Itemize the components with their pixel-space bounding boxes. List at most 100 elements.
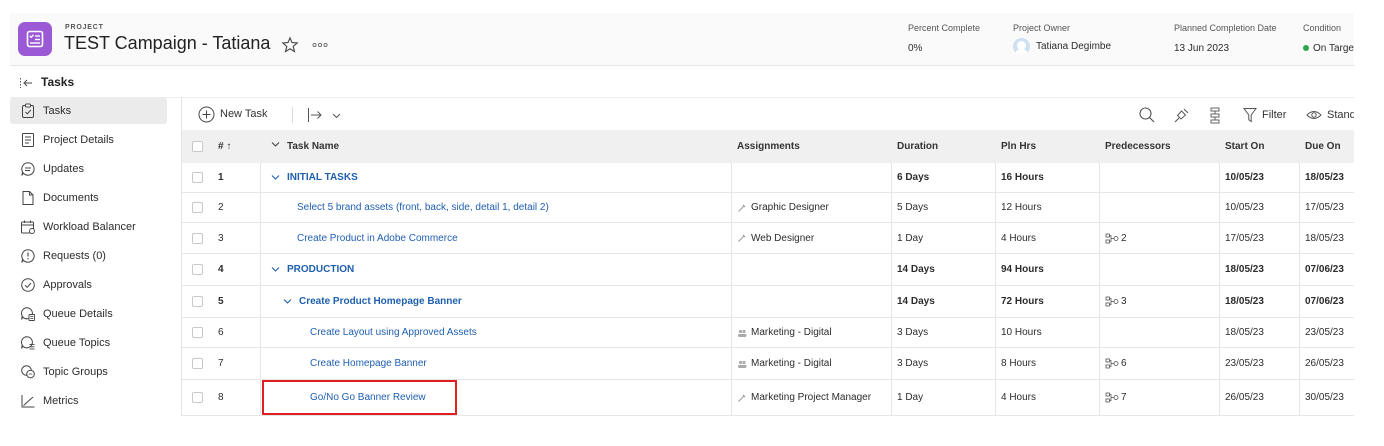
- task-link[interactable]: Create Homepage Banner: [310, 358, 427, 369]
- duration-cell: 3 Days: [897, 327, 929, 338]
- favorite-star-icon[interactable]: [281, 36, 299, 54]
- duration-cell: 1 Day: [897, 232, 924, 244]
- due-on-cell: 07/06/23: [1305, 296, 1344, 307]
- sidebar-item-tasks[interactable]: Tasks: [10, 98, 167, 124]
- table-row[interactable]: 6 Create Layout using Approved Assets Ma…: [182, 318, 1354, 348]
- task-link[interactable]: Create Product in Adobe Commerce: [297, 233, 458, 244]
- export-menu-icon[interactable]: [305, 106, 349, 124]
- row-checkbox[interactable]: [192, 358, 203, 369]
- table-row[interactable]: 1 INITIAL TASKS 6 Days 16 Hours 10/05/23…: [182, 163, 1354, 193]
- view-selector-button[interactable]: Standarc: [1306, 106, 1354, 124]
- column-header-start-on[interactable]: Start On: [1225, 130, 1264, 163]
- row-checkbox[interactable]: [192, 392, 203, 403]
- task-name-cell[interactable]: Go/No Go Banner Review: [310, 380, 426, 415]
- column-header-number[interactable]: # ↑: [218, 130, 231, 163]
- table-row[interactable]: 7 Create Homepage Banner Marketing - Dig…: [182, 348, 1354, 380]
- hierarchy-icon[interactable]: [1206, 106, 1224, 124]
- sidebar-item-approvals[interactable]: Approvals: [10, 272, 167, 298]
- row-checkbox[interactable]: [192, 202, 203, 213]
- row-checkbox[interactable]: [192, 327, 203, 338]
- assignment-cell[interactable]: Graphic Designer: [737, 193, 829, 222]
- task-name-cell[interactable]: Select 5 brand assets (front, back, side…: [297, 193, 549, 222]
- table-row[interactable]: 8 Go/No Go Banner Review Marketing Proje…: [182, 380, 1354, 416]
- assignment-cell[interactable]: Web Designer: [737, 223, 814, 253]
- planned-completion-field: Planned Completion Date 13 Jun 2023: [1174, 23, 1277, 54]
- table-row[interactable]: 2 Select 5 brand assets (front, back, si…: [182, 193, 1354, 223]
- column-header-predecessors[interactable]: Predecessors: [1105, 130, 1171, 163]
- task-link[interactable]: Create Product Homepage Banner: [299, 296, 462, 307]
- task-link[interactable]: Create Layout using Approved Assets: [310, 327, 477, 338]
- predecessor-cell[interactable]: 7: [1105, 380, 1127, 415]
- row-checkbox[interactable]: [192, 264, 203, 275]
- assignment-label: Marketing - Digital: [751, 327, 832, 338]
- row-checkbox[interactable]: [192, 172, 203, 183]
- row-select-cell[interactable]: [192, 286, 203, 317]
- task-name-cell[interactable]: Create Layout using Approved Assets: [310, 318, 477, 347]
- assignment-cell[interactable]: Marketing - Digital: [737, 348, 832, 379]
- file-icon: [22, 191, 34, 205]
- table-row[interactable]: 3 Create Product in Adobe Commerce Web D…: [182, 223, 1354, 254]
- row-select-cell[interactable]: [192, 318, 203, 347]
- column-header-assignments[interactable]: Assignments: [737, 130, 800, 163]
- row-checkbox[interactable]: [192, 296, 203, 307]
- predecessor-cell[interactable]: 6: [1105, 348, 1127, 379]
- table-row[interactable]: 4 PRODUCTION 14 Days 94 Hours 18/05/23 0…: [182, 254, 1354, 286]
- chevron-down-icon[interactable]: [271, 140, 280, 149]
- more-options-icon[interactable]: [312, 42, 328, 48]
- request-icon: [21, 249, 35, 263]
- task-link[interactable]: Go/No Go Banner Review: [310, 392, 426, 403]
- assignment-label: Marketing - Digital: [751, 358, 832, 369]
- filter-button[interactable]: Filter: [1243, 106, 1286, 124]
- assignment-cell[interactable]: Marketing - Digital: [737, 318, 832, 347]
- predecessor-cell[interactable]: 2: [1105, 223, 1127, 253]
- checklist-icon: [26, 30, 44, 48]
- status-dot-icon: [1303, 45, 1309, 52]
- table-row[interactable]: 5 Create Product Homepage Banner 14 Days…: [182, 286, 1354, 318]
- row-select-cell[interactable]: [192, 193, 203, 222]
- condition-value[interactable]: On Targe: [1303, 43, 1354, 54]
- task-link[interactable]: Select 5 brand assets (front, back, side…: [297, 202, 549, 213]
- task-name-cell[interactable]: PRODUCTION: [271, 254, 354, 285]
- column-header-task-name[interactable]: Task Name: [271, 130, 339, 163]
- row-select-cell[interactable]: [192, 163, 203, 192]
- predecessor-cell[interactable]: 3: [1105, 286, 1127, 317]
- sidebar-item-documents[interactable]: Documents: [10, 185, 167, 211]
- sidebar-item-project-details[interactable]: Project Details: [10, 127, 167, 153]
- task-link[interactable]: INITIAL TASKS: [287, 172, 358, 183]
- sidebar-item-metrics[interactable]: Metrics: [10, 388, 167, 414]
- role-icon: [738, 234, 746, 242]
- pin-icon[interactable]: [1173, 106, 1191, 124]
- task-name-cell[interactable]: Create Product Homepage Banner: [283, 286, 462, 317]
- chevron-down-icon[interactable]: [283, 297, 292, 306]
- column-header-duration[interactable]: Duration: [897, 130, 938, 163]
- row-select-cell[interactable]: [192, 348, 203, 379]
- select-all-cell[interactable]: [192, 130, 203, 163]
- chevron-down-icon[interactable]: [271, 265, 280, 274]
- task-link[interactable]: PRODUCTION: [287, 264, 354, 275]
- sidebar-item-topic-groups[interactable]: Topic Groups: [10, 359, 167, 385]
- search-icon[interactable]: [1138, 106, 1156, 124]
- assignment-cell[interactable]: Marketing Project Manager: [737, 380, 871, 415]
- chevron-down-icon[interactable]: [271, 173, 280, 182]
- row-select-cell[interactable]: [192, 254, 203, 285]
- row-number: 4: [218, 264, 224, 275]
- task-name-cell[interactable]: Create Product in Adobe Commerce: [297, 223, 458, 253]
- sidebar-item-workload-balancer[interactable]: Workload Balancer: [10, 214, 167, 240]
- select-all-checkbox[interactable]: [192, 141, 203, 152]
- task-name-cell[interactable]: INITIAL TASKS: [271, 163, 358, 192]
- collapse-sidebar-icon[interactable]: [19, 76, 33, 90]
- row-checkbox[interactable]: [192, 232, 203, 244]
- task-name-cell[interactable]: Create Homepage Banner: [310, 348, 427, 379]
- sidebar-item-requests[interactable]: Requests (0): [10, 243, 167, 269]
- sidebar-item-updates[interactable]: Updates: [10, 156, 167, 182]
- row-select-cell[interactable]: [192, 380, 203, 415]
- column-header-pln-hrs[interactable]: Pln Hrs: [1001, 130, 1036, 163]
- project-owner-value[interactable]: Tatiana Degimbe: [1013, 38, 1111, 55]
- new-task-button[interactable]: New Task: [198, 105, 267, 123]
- row-select-cell[interactable]: [192, 223, 203, 253]
- column-header-due-on[interactable]: Due On: [1305, 130, 1341, 163]
- predecessor-value: 3: [1121, 296, 1127, 307]
- sidebar-item-queue-details[interactable]: Queue Details: [10, 301, 167, 327]
- pln-hrs-cell: 72 Hours: [1001, 296, 1044, 307]
- sidebar-item-queue-topics[interactable]: Queue Topics: [10, 330, 167, 356]
